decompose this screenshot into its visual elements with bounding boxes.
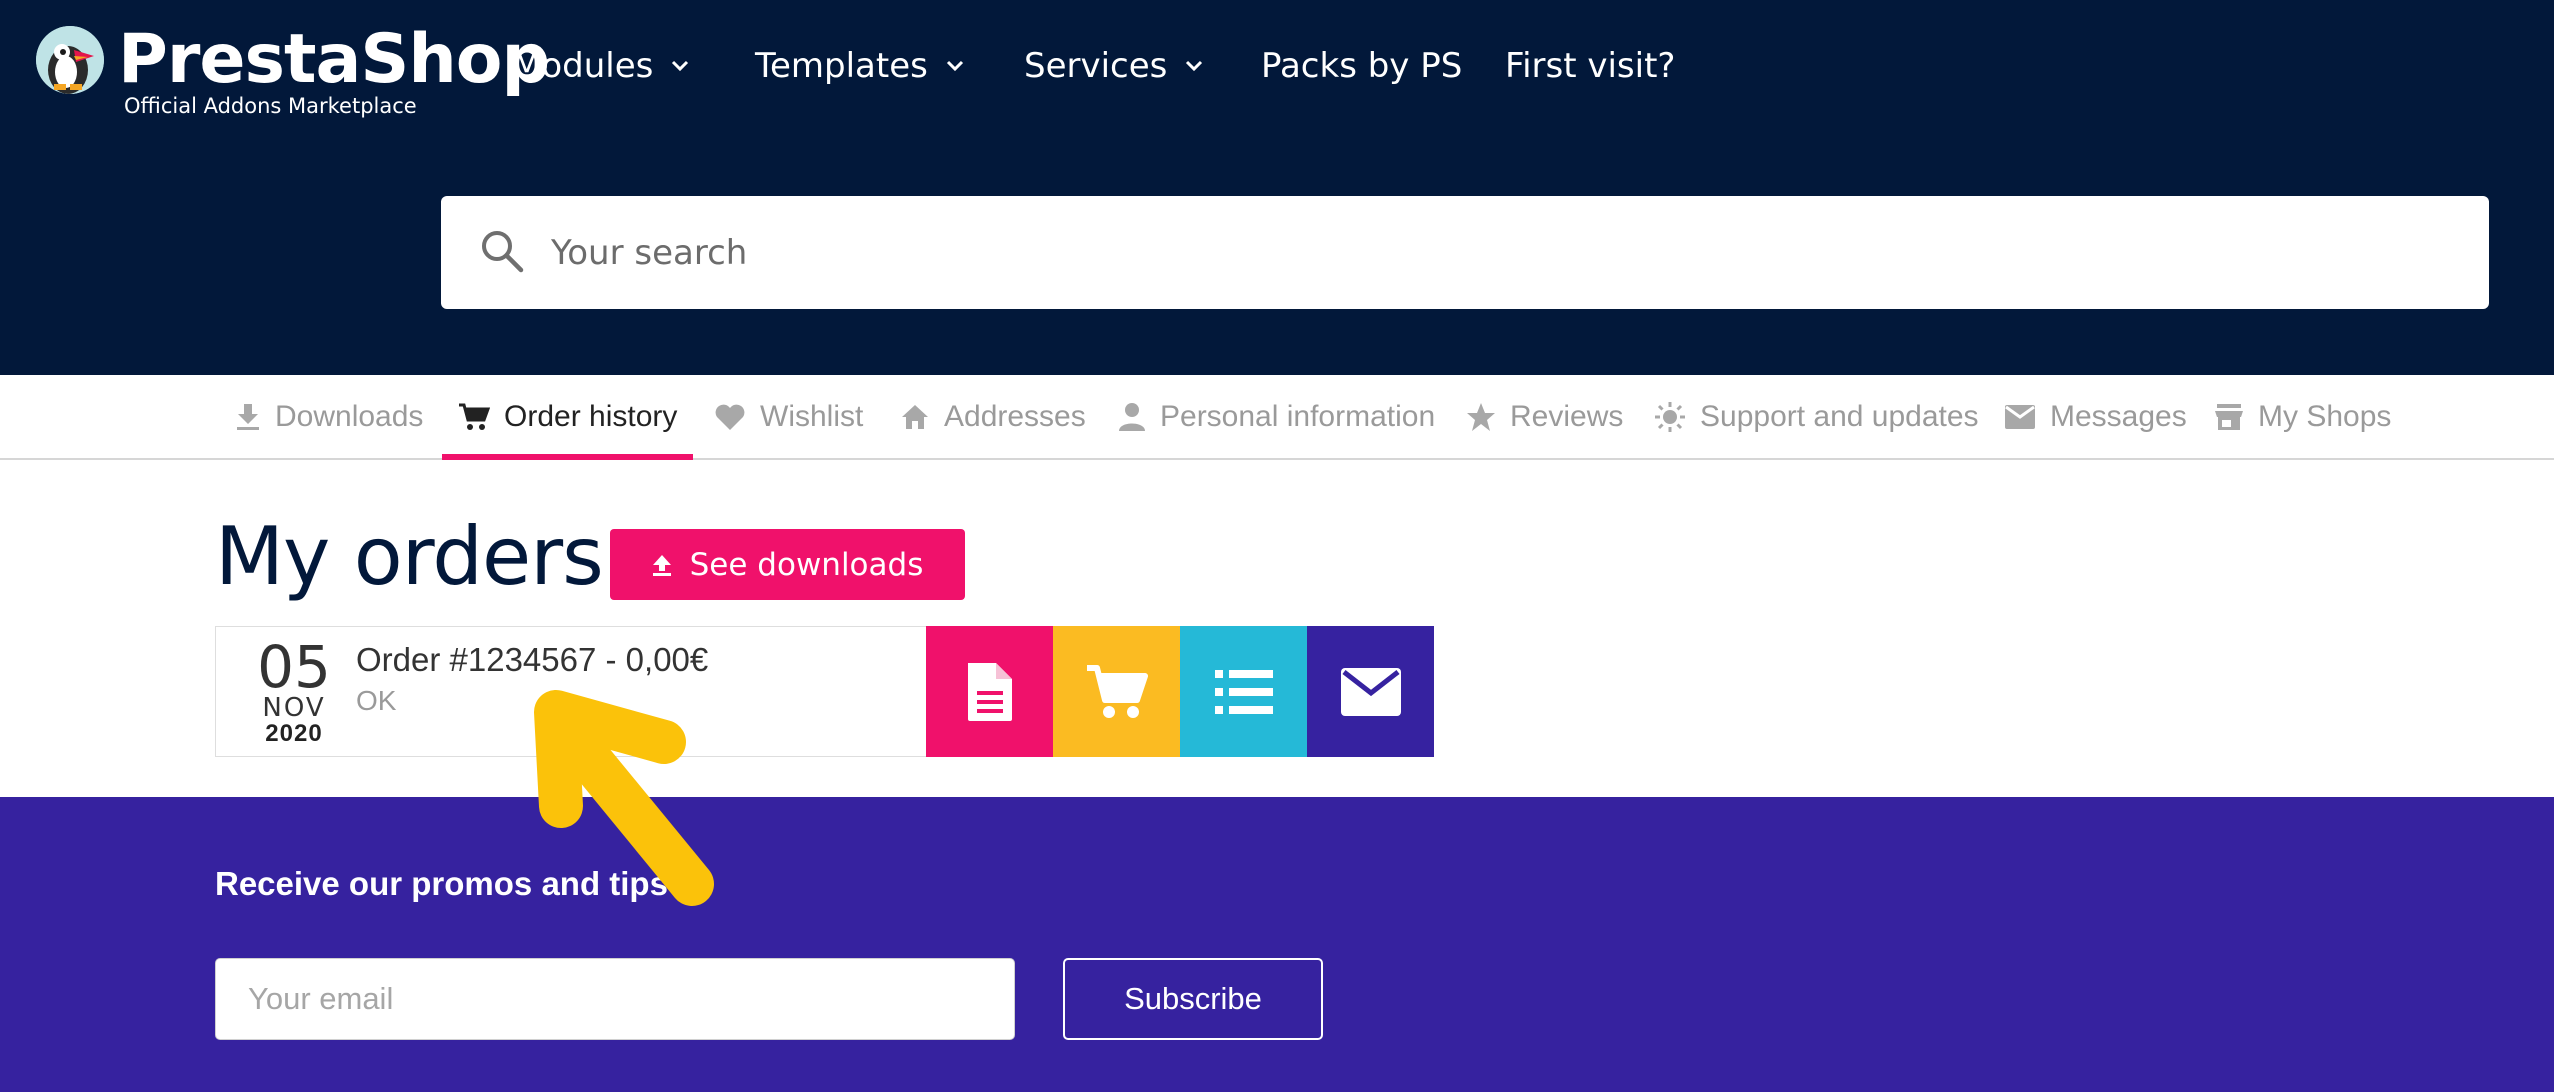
- cart-icon: [1086, 664, 1148, 718]
- nav-modules-label: Modules: [512, 46, 654, 86]
- nav-packs-label: Packs by PS: [1261, 46, 1463, 86]
- subscribe-button[interactable]: Subscribe: [1063, 958, 1323, 1040]
- brand-tagline: Official Addons Marketplace: [124, 94, 417, 118]
- chevron-down-icon: [1186, 60, 1203, 72]
- tab-order-history-label: Order history: [504, 399, 678, 433]
- person-icon: [1118, 402, 1146, 432]
- search-bar: [441, 196, 2489, 309]
- sun-icon: [1654, 401, 1686, 433]
- order-status: OK: [356, 685, 397, 716]
- order-title[interactable]: Order #1234567 - 0,00€: [356, 641, 708, 679]
- see-downloads-button[interactable]: See downloads: [610, 529, 965, 600]
- puffin-logo-icon: [36, 26, 104, 94]
- order-card: 05 NOV 2020 Order #1234567 - 0,00€ OK: [215, 626, 1434, 757]
- chevron-down-icon: [672, 60, 689, 72]
- cart-icon: [458, 402, 490, 432]
- home-icon: [900, 403, 930, 431]
- tab-personal-information[interactable]: Personal information: [1118, 375, 1435, 458]
- nav-packs-by-ps[interactable]: Packs by PS: [1261, 46, 1462, 86]
- account-tabs: Downloads Order history Wishlist Address…: [0, 375, 2554, 460]
- tab-reviews-label: Reviews: [1510, 399, 1624, 433]
- tab-addresses[interactable]: Addresses: [900, 375, 1086, 458]
- store-icon: [2214, 403, 2244, 431]
- tab-my-shops[interactable]: My Shops: [2214, 375, 2391, 458]
- tab-wishlist-label: Wishlist: [760, 399, 864, 433]
- nav-templates[interactable]: Templates: [755, 46, 964, 86]
- page-title: My orders: [215, 510, 604, 603]
- tab-downloads[interactable]: Downloads: [235, 375, 423, 458]
- nav-modules[interactable]: Modules: [512, 46, 689, 86]
- tab-messages[interactable]: Messages: [2004, 375, 2187, 458]
- download-icon: [235, 402, 261, 432]
- nav-services[interactable]: Services: [1024, 46, 1203, 86]
- order-invoice-button[interactable]: [926, 626, 1053, 757]
- order-date-year: 2020: [265, 720, 323, 747]
- order-date-month: NOV: [262, 693, 326, 723]
- nav-services-label: Services: [1024, 46, 1168, 86]
- heart-icon: [714, 403, 746, 431]
- nav-templates-label: Templates: [755, 46, 928, 86]
- order-date-day: 05: [257, 633, 331, 701]
- list-icon: [1214, 669, 1273, 714]
- brand-name: PrestaShop: [118, 20, 550, 99]
- nav-first-visit-label: First visit?: [1505, 46, 1676, 86]
- newsletter-heading: Receive our promos and tips: [215, 865, 668, 902]
- upload-icon: [652, 554, 671, 576]
- mail-icon: [2004, 404, 2036, 430]
- tab-messages-label: Messages: [2050, 399, 2187, 433]
- order-message-button[interactable]: [1307, 626, 1434, 757]
- tab-support-and-updates[interactable]: Support and updates: [1654, 375, 1979, 458]
- star-icon: [1466, 402, 1496, 432]
- chevron-down-icon: [946, 60, 963, 72]
- newsletter-footer: Receive our promos and tips Subscribe: [0, 797, 2554, 1092]
- tab-downloads-label: Downloads: [275, 399, 424, 433]
- tab-support-label: Support and updates: [1700, 399, 1979, 433]
- site-header: PrestaShop Official Addons Marketplace M…: [0, 0, 2554, 375]
- email-field[interactable]: [215, 958, 1015, 1040]
- tab-order-history[interactable]: Order history: [441, 375, 694, 460]
- tab-addresses-label: Addresses: [944, 399, 1086, 433]
- mail-icon: [1340, 667, 1401, 716]
- see-downloads-label: See downloads: [689, 546, 924, 583]
- order-reorder-button[interactable]: [1053, 626, 1180, 757]
- tab-personal-information-label: Personal information: [1160, 399, 1436, 433]
- invoice-icon: [967, 662, 1012, 721]
- search-input[interactable]: [549, 218, 2453, 288]
- search-icon: [482, 231, 524, 273]
- tab-wishlist[interactable]: Wishlist: [714, 375, 863, 458]
- prestashop-logo[interactable]: PrestaShop Official Addons Marketplace: [36, 20, 550, 126]
- order-details-button[interactable]: [1180, 626, 1307, 757]
- tab-reviews[interactable]: Reviews: [1466, 375, 1623, 458]
- tab-my-shops-label: My Shops: [2258, 399, 2392, 433]
- nav-first-visit[interactable]: First visit?: [1505, 46, 1675, 86]
